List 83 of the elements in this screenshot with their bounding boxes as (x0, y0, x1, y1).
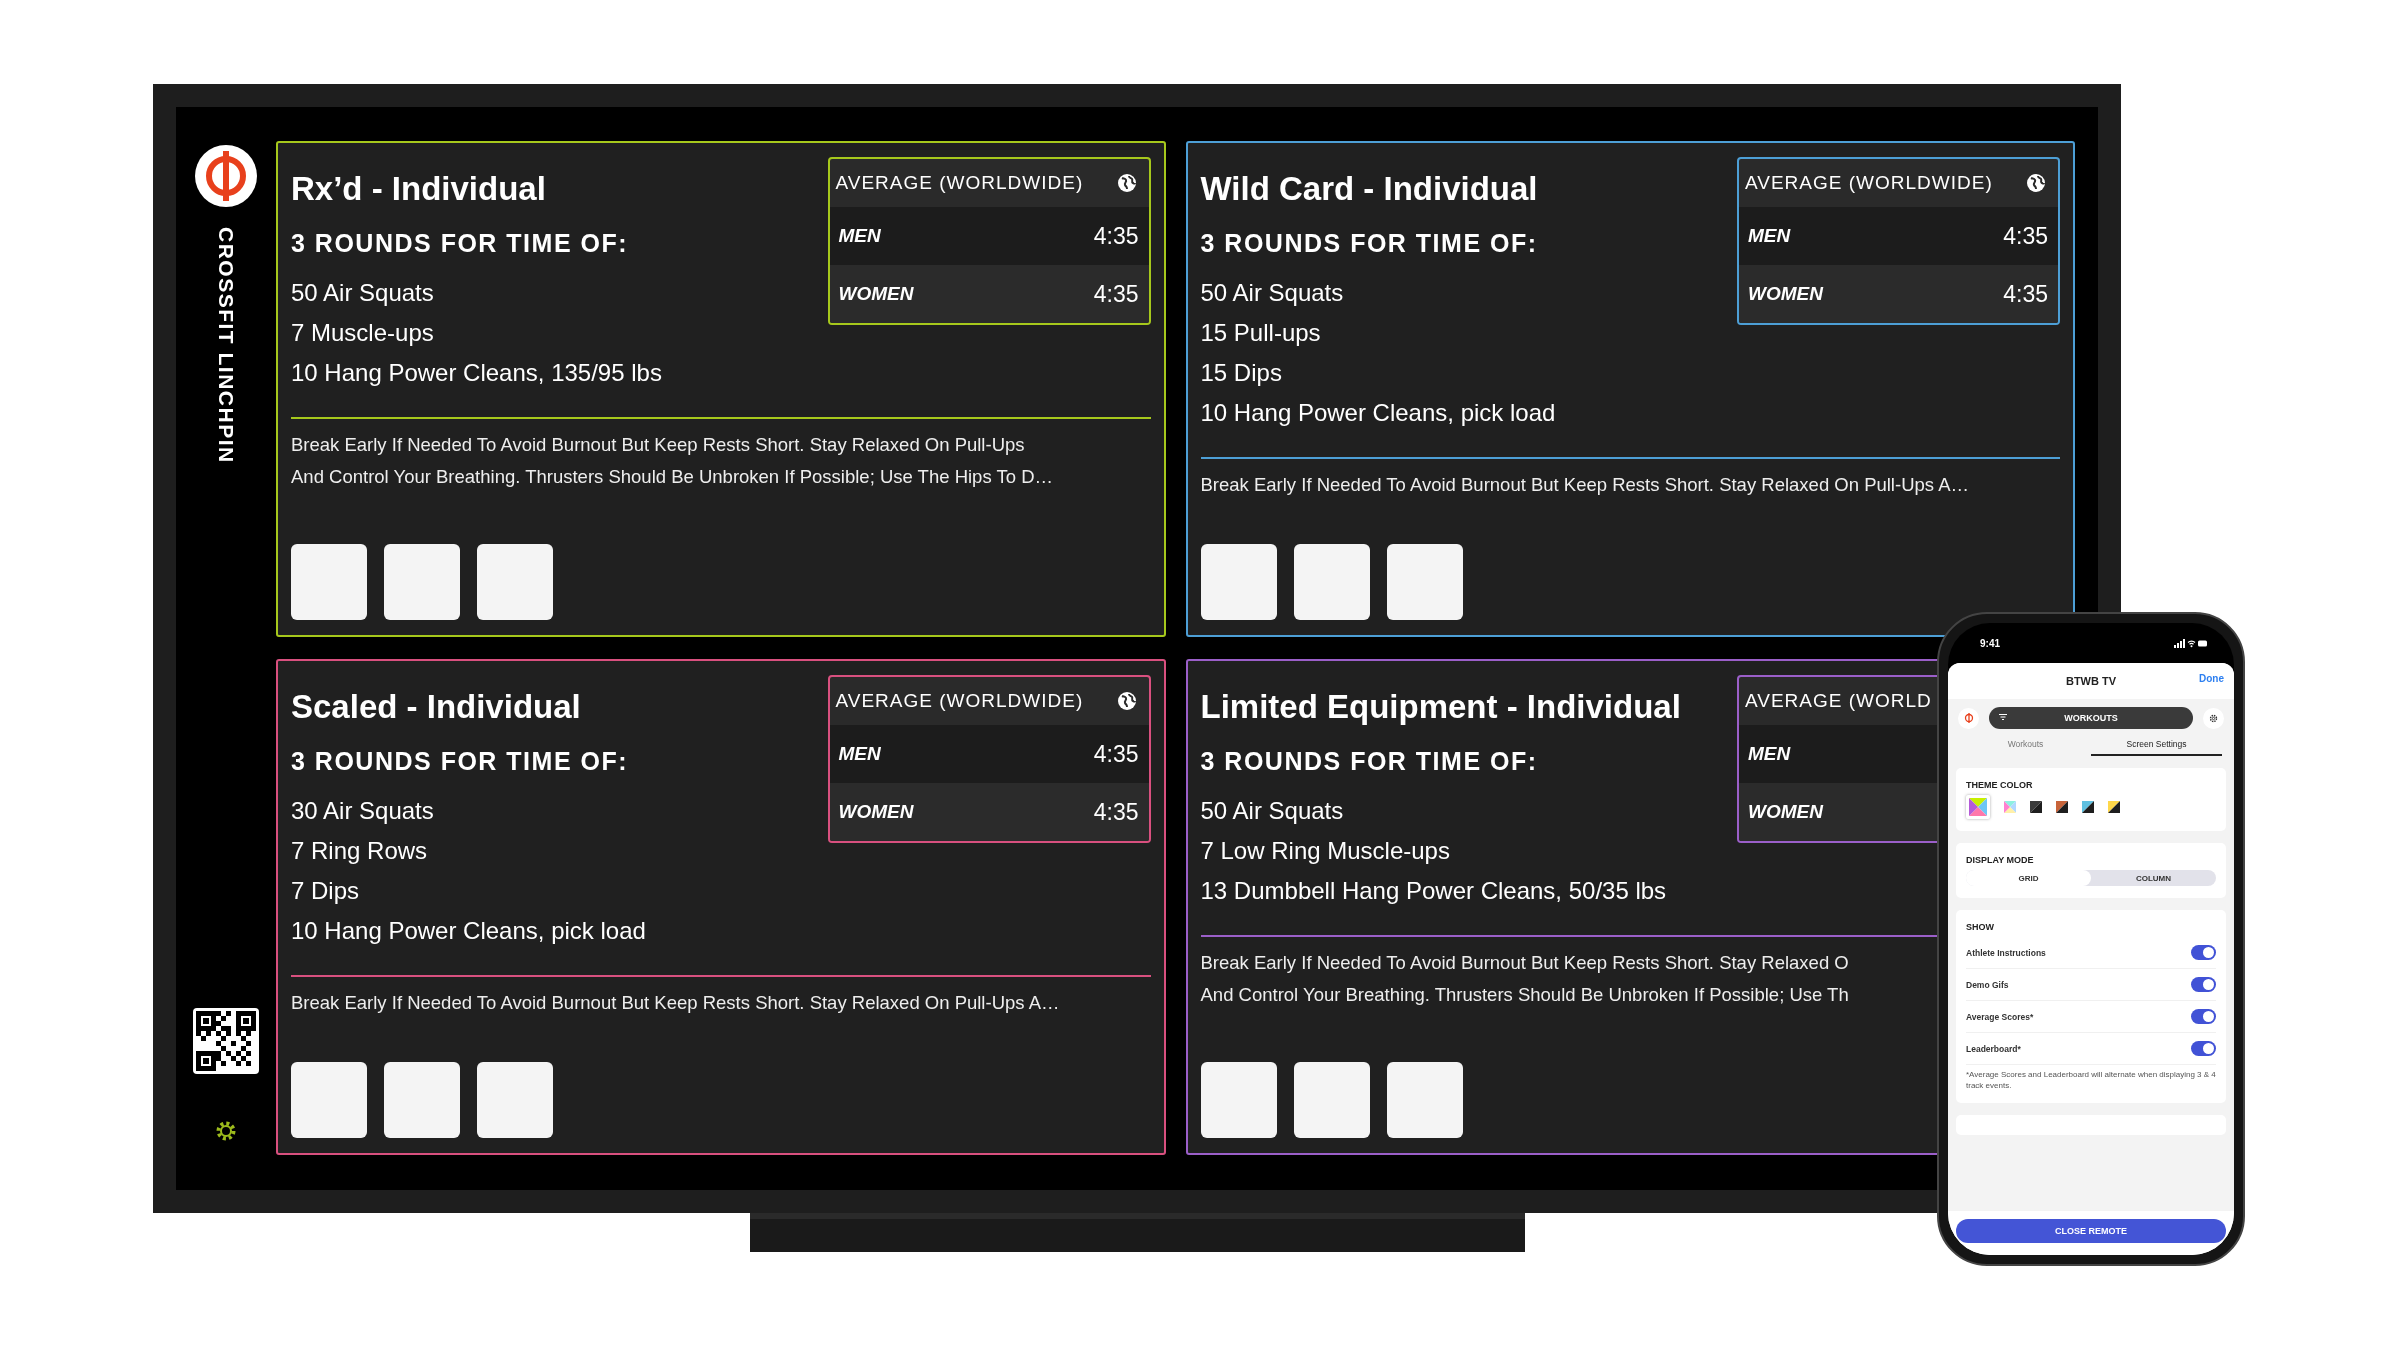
logo-icon (195, 145, 257, 207)
movement-text: 30 Air Squats (291, 796, 435, 826)
score-label: WOMEN (838, 801, 914, 823)
toggle-switch[interactable] (2191, 1041, 2216, 1056)
tab[interactable]: Workouts (1960, 733, 2091, 756)
filter-icon (1999, 714, 2007, 720)
score-time: 4:35 (2003, 222, 2048, 250)
segment-option[interactable]: GRID (1966, 870, 2091, 886)
workout-heading: 3 ROUNDS FOR TIME OF: (291, 228, 630, 259)
movement-text: 15 Dips (1200, 358, 1283, 388)
movement-text: 50 Air Squats (291, 278, 435, 308)
status-time: 9:41 (1980, 637, 2000, 649)
toggle-label: Athlete Instructions (1966, 947, 2046, 958)
instructions-text: And Control Your Breathing. Thrusters Should Be Unbroken If Possible; Use Th (1200, 983, 1849, 1007)
workout-heading: 3 ROUNDS FOR TIME OF: (291, 746, 630, 777)
workout-heading: 3 ROUNDS FOR TIME OF: (1200, 228, 1539, 259)
footnote-text: *Average Scores and Leaderboard will alternate when displaying 3 & 4 track events. (1966, 1069, 2216, 1091)
workout-heading: 3 ROUNDS FOR TIME OF: (1200, 746, 1539, 777)
card-title: Scaled - Individual (291, 687, 582, 727)
movement-text: 7 Muscle-ups (291, 318, 435, 348)
movement-text: 15 Pull-ups (1200, 318, 1322, 348)
card-title: Limited Equipment - Individual (1200, 687, 1682, 727)
score-label: MEN (1748, 225, 1791, 247)
score-time: 4:35 (1093, 740, 1139, 768)
movement-text: 13 Dumbbell Hang Power Cleans, 50/35 lbs (1200, 876, 1668, 906)
toggle-switch[interactable] (2191, 945, 2216, 960)
score-time: 4:35 (1093, 280, 1139, 308)
theme-swatch[interactable] (2004, 801, 2016, 813)
instructions-text: Break Early If Needed To Avoid Burnout But Keep Rests Short. Stay Relaxed On Pull-Ups A… (291, 991, 1060, 1015)
theme-swatch[interactable] (2082, 801, 2094, 813)
segment-option[interactable]: COLUMN (2091, 870, 2216, 886)
instructions-text: Break Early If Needed To Avoid Burnout But Keep Rests Short. Stay Relaxed On Pull-Ups A… (1200, 473, 1969, 497)
instructions-text: Break Early If Needed To Avoid Burnout But Keep Rests Short. Stay Relaxed On Pull-Ups (291, 433, 1025, 457)
panel-title: AVERAGE (WORLDWIDE) (835, 172, 1084, 194)
theme-swatch[interactable] (2056, 801, 2068, 813)
logo-icon (1963, 713, 1974, 723)
brand-name: CROSSFIT LINCHPIN (214, 227, 238, 464)
close-remote-button[interactable]: CLOSE REMOTE (1956, 1219, 2226, 1243)
score-label: WOMEN (838, 283, 914, 305)
movement-text: 10 Hang Power Cleans, pick load (1200, 398, 1557, 428)
logo-button[interactable] (1958, 707, 1979, 729)
section-heading: THEME COLOR (1966, 780, 2034, 790)
qr-code-icon (193, 1008, 259, 1074)
settings-button[interactable] (2203, 707, 2224, 729)
toggle-label: Demo Gifs (1966, 979, 2009, 990)
movement-text: 7 Ring Rows (291, 836, 429, 866)
movement-text: 50 Air Squats (1200, 278, 1345, 308)
movement-text: 50 Air Squats (1200, 796, 1345, 826)
toggle-label: Average Scores* (1966, 1011, 2034, 1022)
score-time: 4:35 (2003, 280, 2048, 308)
toggle-switch[interactable] (2191, 1009, 2216, 1024)
theme-swatch[interactable] (2108, 801, 2120, 813)
score-time: 4:35 (1093, 222, 1139, 250)
panel-title: AVERAGE (WORLDWIDE) (1745, 172, 1993, 194)
settings-icon (2209, 713, 2218, 723)
movement-text: 7 Dips (291, 876, 361, 906)
score-label: WOMEN (1748, 283, 1823, 305)
theme-swatch[interactable] (2030, 801, 2042, 813)
movement-text: 10 Hang Power Cleans, 135/95 lbs (291, 358, 663, 388)
instructions-text: Break Early If Needed To Avoid Burnout But Keep Rests Short. Stay Relaxed O (1200, 951, 1849, 975)
panel-title: AVERAGE (WORLDWIDE) (835, 690, 1084, 712)
section-heading: SHOW (1966, 922, 1995, 932)
toggle-label: Leaderboard* (1966, 1043, 2021, 1054)
score-time: 4:35 (1093, 798, 1139, 826)
done-button[interactable]: Done (2199, 673, 2224, 684)
menu-button[interactable]: WORKOUTS (1989, 707, 2193, 729)
card-title: Rx’d - Individual (291, 169, 547, 209)
panel-title: AVERAGE (WORLD (1745, 690, 1932, 712)
instructions-text: And Control Your Breathing. Thrusters Should Be Unbroken If Possible; Use The Hips To D… (291, 465, 1053, 489)
section-heading: DISPLAY MODE (1966, 855, 2035, 865)
score-label: WOMEN (1748, 801, 1823, 823)
score-label: MEN (838, 225, 881, 247)
toggle-switch[interactable] (2191, 977, 2216, 992)
card-title: Wild Card - Individual (1200, 169, 1539, 209)
settings-icon[interactable] (215, 1120, 237, 1142)
score-label: MEN (838, 743, 881, 765)
score-label: MEN (1748, 743, 1791, 765)
movement-text: 7 Low Ring Muscle-ups (1200, 836, 1451, 866)
tab[interactable]: Screen Settings (2091, 733, 2222, 756)
status-icons-icon (2174, 638, 2208, 648)
theme-swatch[interactable] (1969, 798, 1987, 816)
sheet-title: BTWB TV (2065, 675, 2117, 687)
movement-text: 10 Hang Power Cleans, pick load (291, 916, 647, 946)
